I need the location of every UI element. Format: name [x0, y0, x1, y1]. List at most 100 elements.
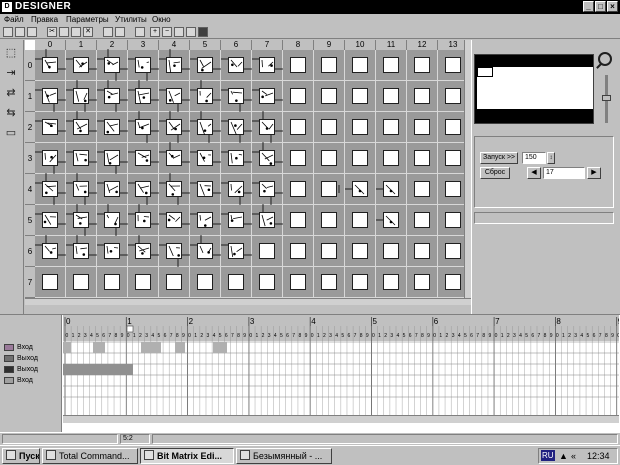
matrix-cell[interactable]	[438, 112, 464, 143]
matrix-cell[interactable]	[252, 236, 283, 267]
matrix-cell[interactable]	[438, 174, 464, 205]
matrix-cell[interactable]	[66, 205, 97, 236]
language-indicator[interactable]: RU	[541, 450, 555, 461]
open-folder-icon[interactable]	[15, 27, 25, 37]
matrix-cell[interactable]	[376, 267, 407, 298]
zoom-slider-thumb[interactable]	[602, 95, 611, 101]
matrix-cell[interactable]	[438, 50, 464, 81]
maximize-button[interactable]: □	[595, 1, 606, 12]
matrix-cell[interactable]	[314, 50, 345, 81]
start-button[interactable]: Запуск >>	[480, 152, 518, 164]
matrix-cell[interactable]	[35, 236, 66, 267]
matrix-cell[interactable]	[97, 205, 128, 236]
matrix-cell[interactable]	[407, 81, 438, 112]
overview-preview[interactable]	[474, 54, 594, 124]
matrix-cell[interactable]	[159, 112, 190, 143]
matrix-cell[interactable]	[35, 50, 66, 81]
matrix-cell[interactable]	[221, 143, 252, 174]
task-untitled[interactable]: Безымянный - ...	[236, 448, 332, 464]
matrix-cell[interactable]	[66, 143, 97, 174]
matrix-cell[interactable]	[345, 267, 376, 298]
matrix-cell[interactable]	[252, 267, 283, 298]
matrix-cell[interactable]	[314, 236, 345, 267]
matrix-cell[interactable]	[97, 112, 128, 143]
signal-row[interactable]: Выход	[2, 353, 60, 364]
zoom-in-icon[interactable]: +	[150, 27, 160, 37]
start-menu-button[interactable]: Пуск	[2, 448, 40, 464]
menu-utils[interactable]: Утилиты	[115, 14, 147, 26]
matrix-cell[interactable]	[252, 174, 283, 205]
matrix-cell[interactable]	[252, 143, 283, 174]
matrix-cell[interactable]	[252, 112, 283, 143]
matrix-cell[interactable]	[438, 267, 464, 298]
matrix-cell[interactable]	[345, 81, 376, 112]
matrix-cell[interactable]	[66, 81, 97, 112]
align-left-icon[interactable]	[103, 27, 113, 37]
matrix-cell[interactable]	[314, 205, 345, 236]
matrix-cell[interactable]	[252, 50, 283, 81]
label-tool-icon[interactable]: ▭	[4, 126, 18, 140]
matrix-icon[interactable]	[198, 27, 208, 37]
matrix-cell[interactable]	[407, 236, 438, 267]
run-icon[interactable]	[174, 27, 184, 37]
menu-window[interactable]: Окно	[152, 14, 171, 26]
matrix-cell[interactable]	[35, 174, 66, 205]
matrix-cell[interactable]	[407, 50, 438, 81]
matrix-cell[interactable]	[283, 112, 314, 143]
bit-matrix-grid[interactable]: 0 1 2 3 4 5 6 7 8 9 10 11 12 13 01234567	[25, 40, 464, 298]
matrix-cell[interactable]	[376, 112, 407, 143]
matrix-cell[interactable]	[221, 267, 252, 298]
matrix-cell[interactable]	[345, 112, 376, 143]
tray-arrow-icon[interactable]: ▲	[559, 449, 568, 463]
menu-file[interactable]: Файл	[4, 14, 24, 26]
matrix-cell[interactable]	[438, 81, 464, 112]
matrix-cell[interactable]	[159, 267, 190, 298]
matrix-cell[interactable]	[314, 267, 345, 298]
matrix-cell[interactable]	[128, 112, 159, 143]
matrix-cell[interactable]	[407, 174, 438, 205]
matrix-cell[interactable]	[376, 236, 407, 267]
matrix-cell[interactable]	[190, 50, 221, 81]
matrix-cell[interactable]	[35, 81, 66, 112]
spin-icon[interactable]: ↕	[547, 152, 555, 164]
matrix-cell[interactable]	[283, 174, 314, 205]
input-tool-icon[interactable]: ⇥	[4, 66, 18, 80]
matrix-cell[interactable]	[407, 143, 438, 174]
node-tool-icon[interactable]: ⇆	[4, 106, 18, 120]
align-right-icon[interactable]	[115, 27, 125, 37]
matrix-cell[interactable]	[376, 81, 407, 112]
matrix-cell[interactable]	[128, 236, 159, 267]
matrix-cell[interactable]	[35, 205, 66, 236]
view-icon[interactable]	[186, 27, 196, 37]
route-icon[interactable]	[135, 27, 145, 37]
grid-vertical-scrollbar[interactable]	[464, 40, 471, 298]
grid-horizontal-scrollbar[interactable]	[25, 298, 471, 305]
matrix-cell[interactable]	[190, 205, 221, 236]
select-tool-icon[interactable]: ⬚	[4, 46, 18, 60]
step-back-icon[interactable]: ◀	[527, 167, 541, 179]
task-total-commander[interactable]: Total Command...	[42, 448, 138, 464]
matrix-cell[interactable]	[159, 143, 190, 174]
matrix-cell[interactable]	[283, 205, 314, 236]
close-button[interactable]: ×	[607, 1, 618, 12]
matrix-cell[interactable]	[252, 205, 283, 236]
matrix-cell[interactable]	[128, 81, 159, 112]
matrix-cell[interactable]	[221, 205, 252, 236]
matrix-cell[interactable]	[128, 143, 159, 174]
matrix-cell[interactable]	[128, 174, 159, 205]
matrix-cell[interactable]	[376, 50, 407, 81]
copy-icon[interactable]	[59, 27, 69, 37]
matrix-cell[interactable]	[190, 81, 221, 112]
matrix-cell[interactable]	[190, 174, 221, 205]
matrix-cell[interactable]	[97, 81, 128, 112]
matrix-cell[interactable]	[128, 205, 159, 236]
cut-icon[interactable]: ✂	[47, 27, 57, 37]
matrix-cell[interactable]	[221, 50, 252, 81]
matrix-cell[interactable]	[190, 267, 221, 298]
matrix-cell[interactable]	[97, 50, 128, 81]
matrix-cell[interactable]	[283, 236, 314, 267]
matrix-cell[interactable]	[159, 81, 190, 112]
matrix-cell[interactable]	[159, 50, 190, 81]
save-icon[interactable]	[27, 27, 37, 37]
matrix-cell[interactable]	[376, 174, 407, 205]
